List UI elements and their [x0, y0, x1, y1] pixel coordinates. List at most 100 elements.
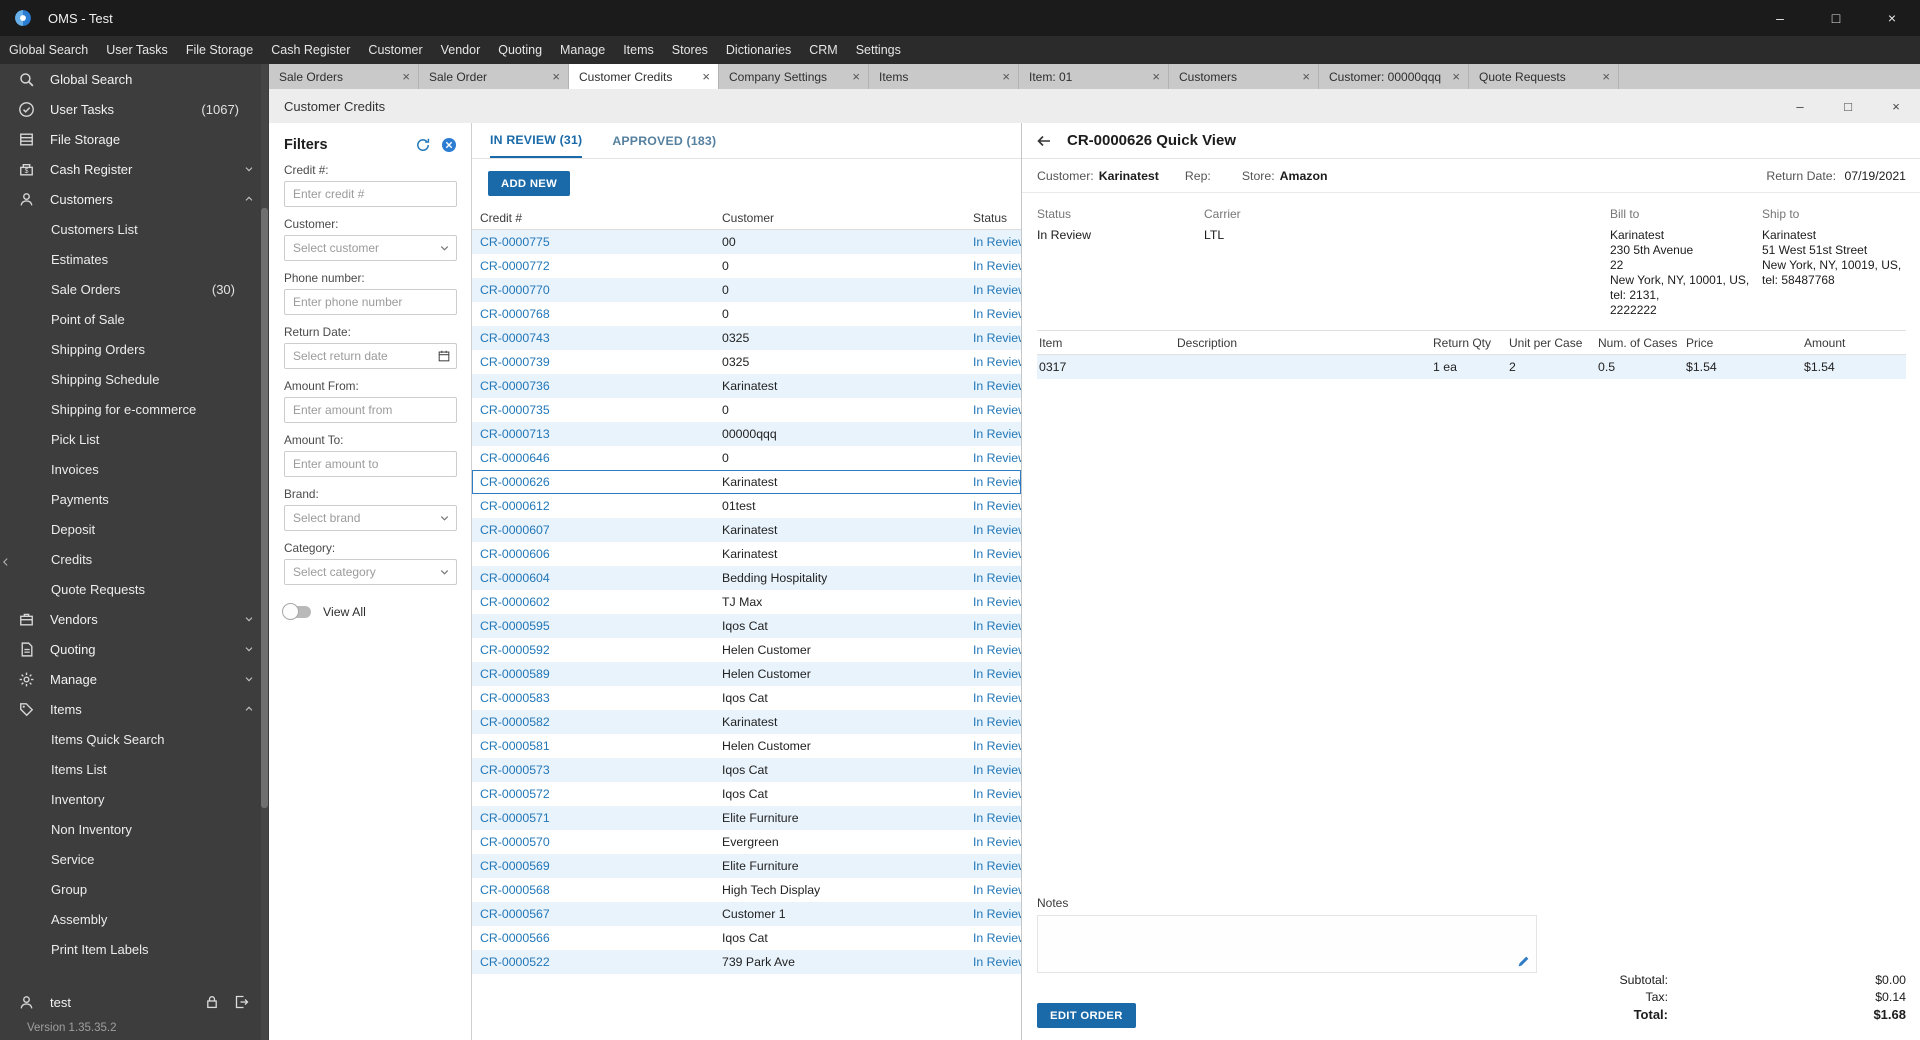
credit-link[interactable]: CR-0000713 — [480, 427, 550, 441]
chevron-down-icon[interactable] — [438, 512, 451, 525]
sidebar-item-group[interactable]: Group — [0, 874, 269, 904]
sidebar-item-estimates[interactable]: Estimates — [0, 244, 269, 274]
credit-row-cr-0000604[interactable]: CR-0000604 Bedding Hospitality In Review — [472, 566, 1021, 590]
back-arrow-icon[interactable] — [1035, 132, 1053, 150]
credit-link[interactable]: CR-0000602 — [480, 595, 550, 609]
sidebar-item-shipping-orders[interactable]: Shipping Orders — [0, 334, 269, 364]
sidebar-item-inventory[interactable]: Inventory — [0, 784, 269, 814]
tab-company-settings[interactable]: Company Settings × — [719, 64, 869, 89]
credit-link[interactable]: CR-0000583 — [480, 691, 550, 705]
sidebar-item-items-quick-search[interactable]: Items Quick Search — [0, 724, 269, 754]
credit-row-cr-0000607[interactable]: CR-0000607 Karinatest In Review — [472, 518, 1021, 542]
credit-row-cr-0000582[interactable]: CR-0000582 Karinatest In Review — [472, 710, 1021, 734]
close-icon[interactable]: × — [1872, 89, 1920, 123]
filter-credit-input[interactable] — [284, 181, 457, 207]
credit-link[interactable]: CR-0000522 — [480, 955, 550, 969]
tab-sale-order[interactable]: Sale Order × — [419, 64, 569, 89]
sidebar-scrollbar-thumb[interactable] — [261, 208, 268, 808]
status-link[interactable]: In Review — [973, 595, 1021, 609]
sidebar-item-global-search[interactable]: Global Search — [0, 64, 269, 94]
sidebar-item-service[interactable]: Service — [0, 844, 269, 874]
menu-vendor[interactable]: Vendor — [432, 36, 490, 64]
menu-file-storage[interactable]: File Storage — [177, 36, 262, 64]
filter-amount-from-input[interactable] — [284, 397, 457, 423]
credit-link[interactable]: CR-0000739 — [480, 355, 550, 369]
status-link[interactable]: In Review — [973, 739, 1021, 753]
menu-stores[interactable]: Stores — [663, 36, 717, 64]
credit-link[interactable]: CR-0000589 — [480, 667, 550, 681]
credit-link[interactable]: CR-0000569 — [480, 859, 550, 873]
status-link[interactable]: In Review — [973, 331, 1021, 345]
restore-icon[interactable]: □ — [1824, 89, 1872, 123]
credit-row-cr-0000569[interactable]: CR-0000569 Elite Furniture In Review — [472, 854, 1021, 878]
credit-link[interactable]: CR-0000581 — [480, 739, 550, 753]
credit-row-cr-0000592[interactable]: CR-0000592 Helen Customer In Review — [472, 638, 1021, 662]
menu-dictionaries[interactable]: Dictionaries — [717, 36, 800, 64]
sidebar-item-customers[interactable]: Customers — [0, 184, 269, 214]
sidebar-item-manage[interactable]: Manage — [0, 664, 269, 694]
sidebar-item-deposit[interactable]: Deposit — [0, 514, 269, 544]
sidebar-item-sale-orders[interactable]: Sale Orders (30) — [0, 274, 269, 304]
credit-link[interactable]: CR-0000735 — [480, 403, 550, 417]
sidebar-item-items[interactable]: Items — [0, 694, 269, 724]
credit-row-cr-0000589[interactable]: CR-0000589 Helen Customer In Review — [472, 662, 1021, 686]
status-link[interactable]: In Review — [973, 499, 1021, 513]
tab-close-icon[interactable]: × — [552, 69, 560, 84]
chevron-down-icon[interactable] — [438, 566, 451, 579]
credit-link[interactable]: CR-0000606 — [480, 547, 550, 561]
tab-sale-orders[interactable]: Sale Orders × — [269, 64, 419, 89]
credit-row-cr-0000568[interactable]: CR-0000568 High Tech Display In Review — [472, 878, 1021, 902]
credit-link[interactable]: CR-0000772 — [480, 259, 550, 273]
status-link[interactable]: In Review — [973, 475, 1021, 489]
tab-approved[interactable]: APPROVED (183) — [612, 123, 716, 158]
notes-box[interactable] — [1037, 915, 1537, 973]
sidebar-item-invoices[interactable]: Invoices — [0, 454, 269, 484]
status-link[interactable]: In Review — [973, 235, 1021, 249]
credit-link[interactable]: CR-0000743 — [480, 331, 550, 345]
tab-close-icon[interactable]: × — [1452, 69, 1460, 84]
credit-row-cr-0000626[interactable]: CR-0000626 Karinatest In Review — [472, 470, 1021, 494]
status-link[interactable]: In Review — [973, 355, 1021, 369]
menu-cash-register[interactable]: Cash Register — [262, 36, 359, 64]
credit-link[interactable]: CR-0000573 — [480, 763, 550, 777]
lock-icon[interactable] — [204, 994, 220, 1010]
logout-icon[interactable] — [233, 994, 249, 1010]
credit-link[interactable]: CR-0000568 — [480, 883, 550, 897]
sidebar-item-items-list[interactable]: Items List — [0, 754, 269, 784]
credit-link[interactable]: CR-0000571 — [480, 811, 550, 825]
status-link[interactable]: In Review — [973, 643, 1021, 657]
status-link[interactable]: In Review — [973, 403, 1021, 417]
menu-customer[interactable]: Customer — [359, 36, 431, 64]
credit-row-cr-0000595[interactable]: CR-0000595 Iqos Cat In Review — [472, 614, 1021, 638]
status-value-link[interactable]: In Review — [1037, 228, 1204, 242]
sidebar-item-print-item-labels[interactable]: Print Item Labels — [0, 934, 269, 964]
menu-global-search[interactable]: Global Search — [0, 36, 97, 64]
status-link[interactable]: In Review — [973, 883, 1021, 897]
menu-user-tasks[interactable]: User Tasks — [97, 36, 177, 64]
credit-row-cr-0000646[interactable]: CR-0000646 0 In Review — [472, 446, 1021, 470]
filter-amount-to-input[interactable] — [284, 451, 457, 477]
credit-link[interactable]: CR-0000736 — [480, 379, 550, 393]
credit-row-cr-0000581[interactable]: CR-0000581 Helen Customer In Review — [472, 734, 1021, 758]
maximize-icon[interactable]: □ — [1808, 0, 1864, 36]
credit-row-cr-0000572[interactable]: CR-0000572 Iqos Cat In Review — [472, 782, 1021, 806]
sidebar-item-payments[interactable]: Payments — [0, 484, 269, 514]
credit-link[interactable]: CR-0000768 — [480, 307, 550, 321]
status-link[interactable]: In Review — [973, 451, 1021, 465]
credit-link[interactable]: CR-0000607 — [480, 523, 550, 537]
sidebar-item-shipping-schedule[interactable]: Shipping Schedule — [0, 364, 269, 394]
status-link[interactable]: In Review — [973, 619, 1021, 633]
status-link[interactable]: In Review — [973, 763, 1021, 777]
credit-row-cr-0000571[interactable]: CR-0000571 Elite Furniture In Review — [472, 806, 1021, 830]
calendar-icon[interactable] — [437, 349, 451, 363]
minimize-icon[interactable]: – — [1776, 89, 1824, 123]
sidebar-item-quote-requests[interactable]: Quote Requests — [0, 574, 269, 604]
credit-link[interactable]: CR-0000775 — [480, 235, 550, 249]
status-link[interactable]: In Review — [973, 907, 1021, 921]
credit-row-cr-0000775[interactable]: CR-0000775 00 In Review — [472, 230, 1021, 254]
edit-order-button[interactable]: EDIT ORDER — [1037, 1003, 1136, 1028]
tab-close-icon[interactable]: × — [702, 69, 710, 84]
menu-crm[interactable]: CRM — [800, 36, 846, 64]
refresh-icon[interactable] — [415, 137, 431, 153]
sidebar-item-quoting[interactable]: Quoting — [0, 634, 269, 664]
